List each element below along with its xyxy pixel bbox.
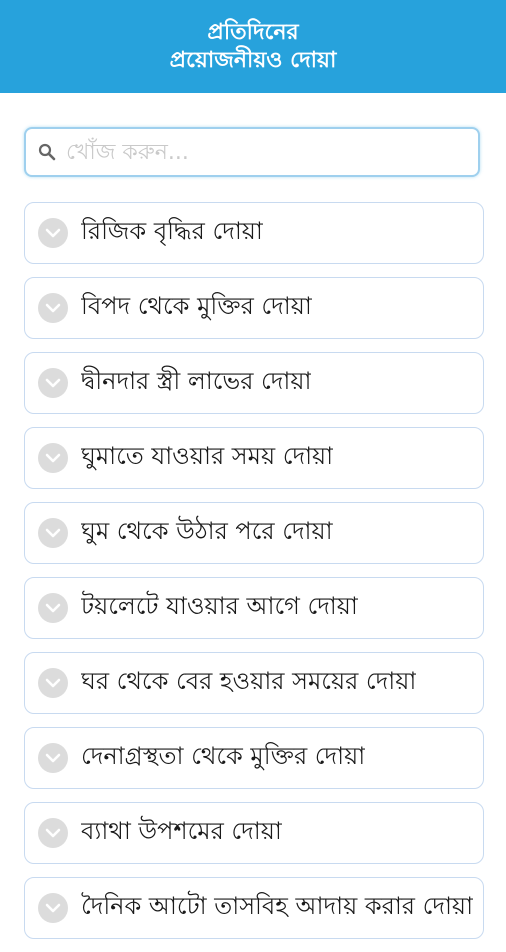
dua-list: রিজিক বৃদ্ধির দোয়া বিপদ থেকে মুক্তির দো… [24, 202, 484, 952]
list-item-label: ঘর থেকে বের হওয়ার সময়ের দোয়া [81, 667, 417, 695]
chevron-down-icon [38, 368, 68, 398]
chevron-down-icon [38, 668, 68, 698]
chevron-down-icon [38, 443, 68, 473]
list-item-label: রিজিক বৃদ্ধির দোয়া [81, 217, 263, 245]
list-item[interactable]: ঘুম থেকে উঠার পরে দোয়া [24, 502, 484, 564]
header-title-line-2: প্রয়োজনীয়ও দোয়া [169, 47, 337, 73]
list-item-label: টয়লেটে যাওয়ার আগে দোয়া [81, 592, 358, 620]
list-item-label: ঘুম থেকে উঠার পরে দোয়া [81, 517, 333, 545]
list-item[interactable]: দ্বীনদার স্ত্রী লাভের দোয়া [24, 352, 484, 414]
search-box[interactable] [24, 127, 480, 177]
search-input[interactable] [62, 132, 478, 172]
list-item[interactable]: দেনাগ্রস্থতা থেকে মুক্তির দোয়া [24, 727, 484, 789]
list-item[interactable]: ব্যাথা উপশমের দোয়া [24, 802, 484, 864]
list-item[interactable]: ঘুমাতে যাওয়ার সময় দোয়া [24, 427, 484, 489]
list-item-label: দৈনিক আটো তাসবিহ আদায় করার দোয়া [81, 892, 474, 920]
chevron-down-icon [38, 518, 68, 548]
list-item-label: দেনাগ্রস্থতা থেকে মুক্তির দোয়া [81, 742, 366, 770]
search-icon [32, 137, 62, 167]
header-title-line-1: প্রতিদিনের [207, 19, 299, 45]
list-item[interactable]: বিপদ থেকে মুক্তির দোয়া [24, 277, 484, 339]
chevron-down-icon [38, 293, 68, 323]
list-item-label: ঘুমাতে যাওয়ার সময় দোয়া [81, 442, 334, 470]
list-item[interactable]: দৈনিক আটো তাসবিহ আদায় করার দোয়া [24, 877, 484, 939]
list-item-label: দ্বীনদার স্ত্রী লাভের দোয়া [81, 367, 312, 395]
list-item[interactable]: ঘর থেকে বের হওয়ার সময়ের দোয়া [24, 652, 484, 714]
app-header: প্রতিদিনের প্রয়োজনীয়ও দোয়া [0, 0, 506, 93]
chevron-down-icon [38, 743, 68, 773]
chevron-down-icon [38, 893, 68, 923]
chevron-down-icon [38, 218, 68, 248]
list-item[interactable]: টয়লেটে যাওয়ার আগে দোয়া [24, 577, 484, 639]
list-item-label: ব্যাথা উপশমের দোয়া [81, 817, 282, 845]
chevron-down-icon [38, 593, 68, 623]
list-item[interactable]: রিজিক বৃদ্ধির দোয়া [24, 202, 484, 264]
chevron-down-icon [38, 818, 68, 848]
list-item-label: বিপদ থেকে মুক্তির দোয়া [81, 292, 312, 320]
